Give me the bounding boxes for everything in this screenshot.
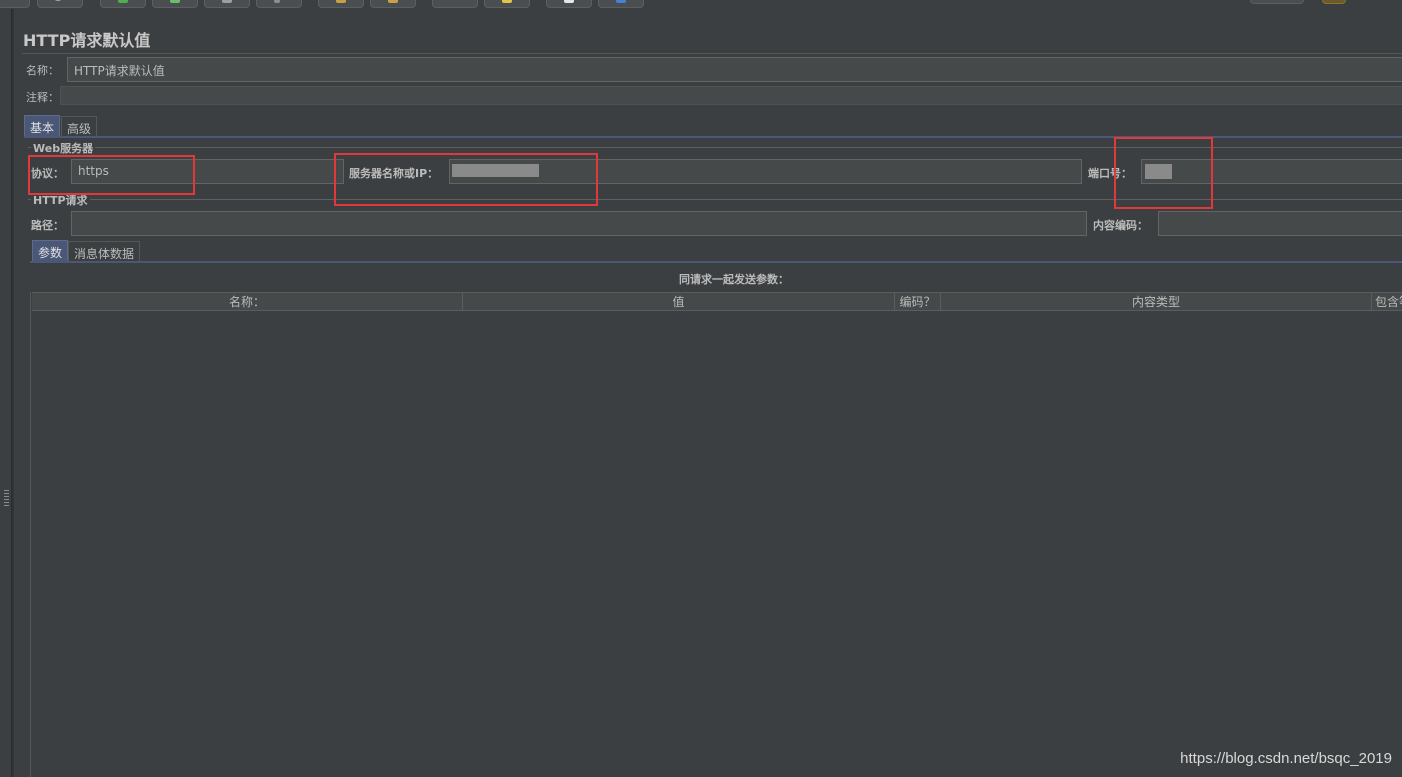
table-header: 名称： 值 编码？ 内容类型 包含等于？ [32, 292, 1402, 311]
toolbar-button[interactable] [0, 0, 30, 8]
toolbar-button[interactable] [204, 0, 250, 8]
server-label: 服务器名称或IP： [349, 167, 439, 180]
http-request-legend: HTTP请求 [31, 192, 90, 208]
tab-underline [24, 136, 1402, 138]
page-title: HTTP请求默认值 [23, 31, 151, 50]
toolbar-button[interactable] [100, 0, 146, 8]
encoding-input[interactable] [1158, 211, 1402, 236]
toolbar-button[interactable] [370, 0, 416, 8]
table-body[interactable] [32, 311, 1402, 777]
toolbar-button[interactable] [318, 0, 364, 8]
group-border [28, 147, 1402, 148]
toolbar-field[interactable] [1250, 0, 1304, 4]
comment-input[interactable] [60, 86, 1402, 105]
web-server-legend: Web服务器 [31, 140, 96, 156]
server-input[interactable] [449, 159, 1082, 184]
toolbar [0, 0, 1402, 9]
gutter-divider [12, 9, 14, 777]
path-label: 路径： [31, 219, 64, 232]
tab-advanced[interactable]: 高级 [61, 116, 98, 137]
port-input[interactable] [1141, 159, 1402, 184]
column-header-name[interactable]: 名称： [32, 293, 463, 311]
toolbar-button[interactable] [152, 0, 198, 8]
column-header-include-equals[interactable]: 包含等于？ [1372, 293, 1402, 311]
toolbar-button[interactable] [484, 0, 530, 8]
name-label: 名称： [26, 64, 59, 77]
column-header-content-type[interactable]: 内容类型 [941, 293, 1372, 311]
toolbar-button[interactable] [256, 0, 302, 8]
protocol-label: 协议： [31, 167, 64, 180]
redacted-block [1145, 164, 1172, 179]
table-caption: 同请求一起发送参数： [679, 273, 789, 286]
comment-label: 注释： [26, 91, 59, 104]
redacted-block [452, 164, 539, 177]
left-gutter [0, 9, 12, 777]
column-header-value[interactable]: 值 [463, 293, 895, 311]
drag-handle[interactable] [4, 490, 9, 506]
name-input[interactable]: HTTP请求默认值 [67, 57, 1402, 82]
toolbar-button[interactable] [432, 0, 478, 8]
toolbar-button[interactable] [546, 0, 592, 8]
protocol-input[interactable]: https [71, 159, 344, 184]
group-border [28, 199, 1402, 200]
tab-underline [30, 261, 1402, 263]
warning-icon[interactable] [1322, 0, 1346, 4]
encoding-label: 内容编码： [1093, 219, 1148, 232]
tab-basic[interactable]: 基本 [24, 115, 61, 136]
tab-body-data[interactable]: 消息体数据 [68, 241, 141, 262]
column-header-encode[interactable]: 编码？ [895, 293, 941, 311]
port-label: 端口号： [1088, 167, 1132, 180]
tab-parameters[interactable]: 参数 [32, 240, 69, 261]
table-frame [30, 292, 31, 777]
toolbar-button[interactable] [37, 0, 83, 8]
watermark: https://blog.csdn.net/bsqc_2019 [1180, 750, 1392, 767]
toolbar-button[interactable] [598, 0, 644, 8]
divider [22, 53, 1402, 54]
path-input[interactable] [71, 211, 1087, 236]
